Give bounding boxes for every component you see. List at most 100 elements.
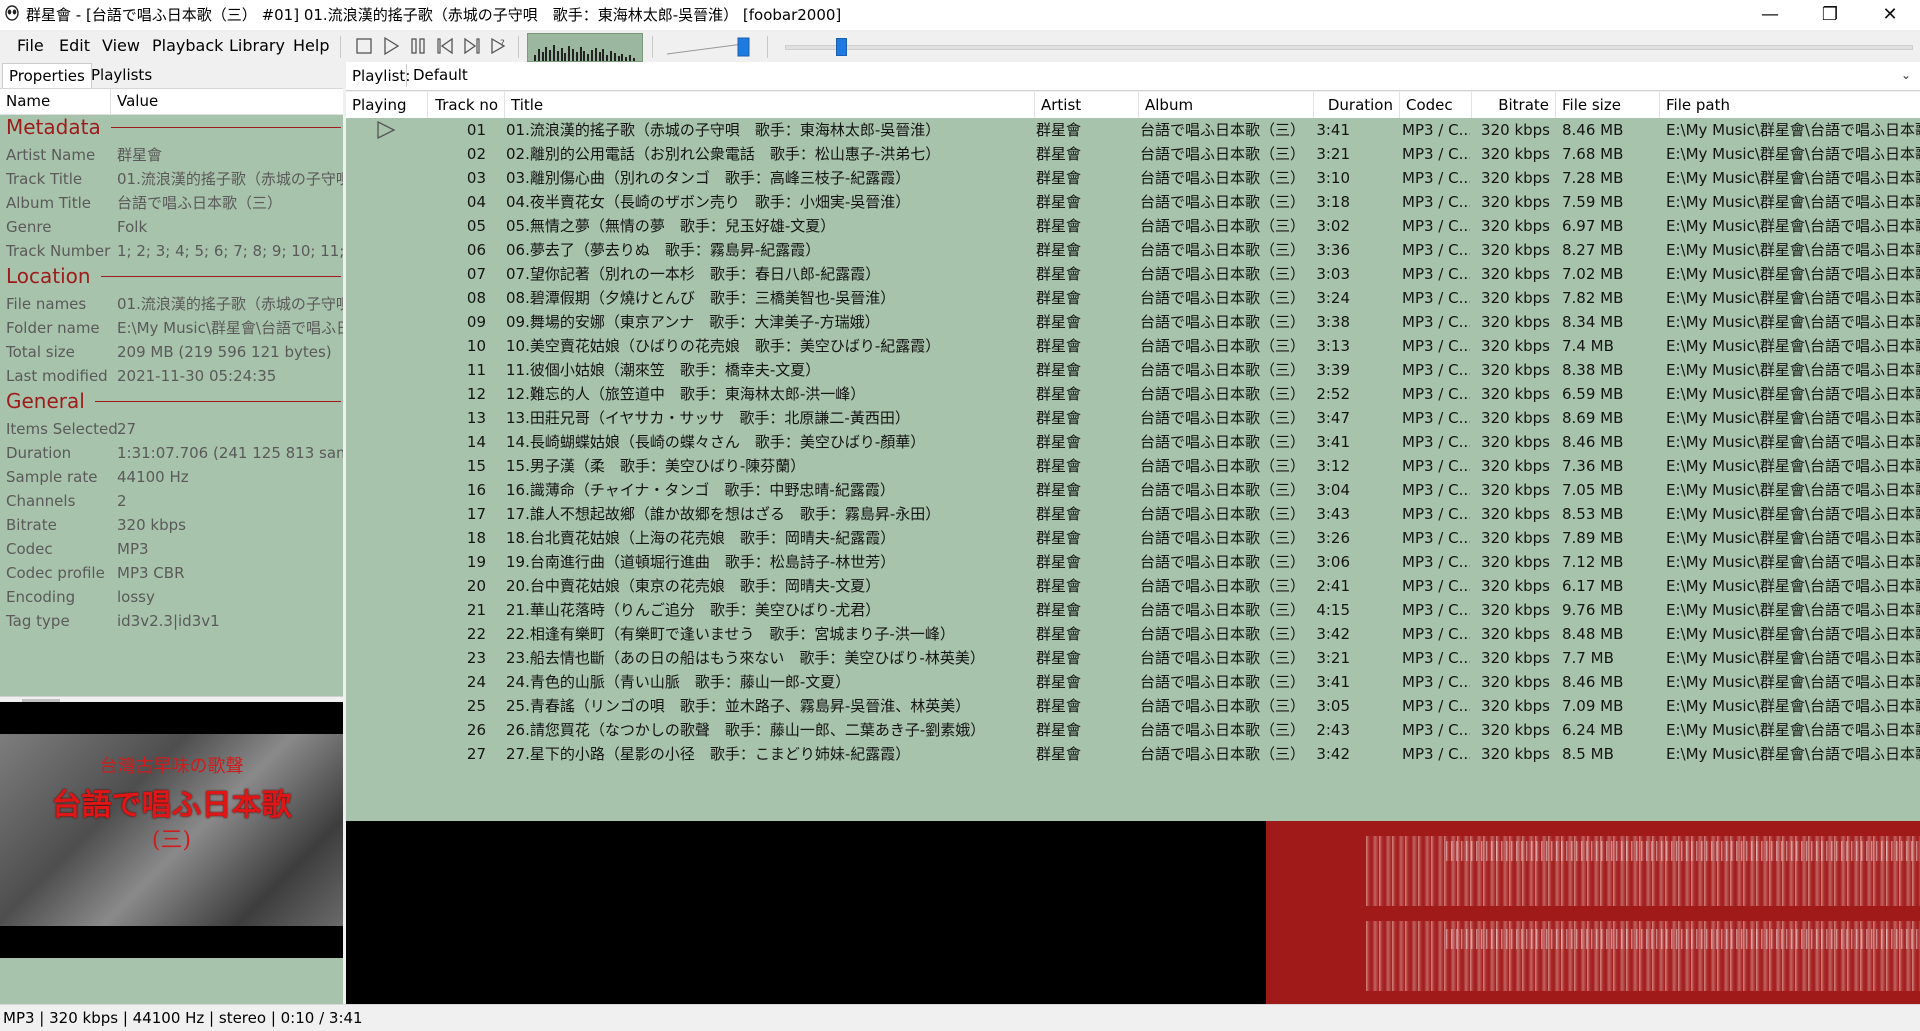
tab-playlists[interactable]: Playlists	[85, 63, 158, 87]
property-row[interactable]: Bitrate 320 kbps	[0, 513, 343, 537]
playlist-row[interactable]: 03 03.離別傷心曲（別れのタンゴ 歌手：高峰三枝子-紀露霞） 群星會 台語で唱ふ日…	[346, 166, 1920, 190]
column-header-playing[interactable]: Playing	[346, 92, 428, 118]
menu-toolbar-bar: File Edit View Playback Library Help ?	[0, 30, 1920, 62]
property-row[interactable]: Tag type id3v2.3|id3v1	[0, 609, 343, 633]
visualizer-bar	[568, 46, 571, 61]
property-row[interactable]: Total size 209 MB (219 596 121 bytes)	[0, 340, 343, 364]
file-size-cell: 8.69 MB	[1562, 409, 1624, 427]
seek-bar[interactable]	[785, 38, 1913, 56]
spectrum-visualizer[interactable]	[527, 33, 643, 62]
playlist-row[interactable]: 13 13.田莊兄哥（イヤサカ・サッサ 歌手：北原謙二-黃西田） 群星會 台語で唱ふ日…	[346, 406, 1920, 430]
column-header-artist[interactable]: Artist	[1035, 92, 1139, 118]
tab-properties[interactable]: Properties	[2, 63, 92, 88]
playlist-row[interactable]: 10 10.美空賣花姑娘（ひばりの花売娘 歌手：美空ひばり-紀露霞） 群星會 台語で唱…	[346, 334, 1920, 358]
menu-help[interactable]: Help	[293, 30, 329, 62]
playlist-row[interactable]: 26 26.請您買花（なつかしの歌聲 歌手：藤山一郎、二葉あき子-劉素娥） 群星會 台…	[346, 718, 1920, 742]
property-row[interactable]: Track Number 1; 2; 3; 4; 5; 6; 7; 8; 9; 1…	[0, 239, 343, 263]
column-header-album[interactable]: Album	[1139, 92, 1314, 118]
bitrate-cell: 320 kbps	[1481, 217, 1550, 235]
playlist-row[interactable]: 06 06.夢去了（夢去りぬ 歌手：霧島昇-紀露霞） 群星會 台語で唱ふ日本歌（三） 3…	[346, 238, 1920, 262]
minimize-button[interactable]: —	[1740, 0, 1800, 30]
chevron-down-icon[interactable]: ⌄	[1901, 64, 1911, 87]
property-row[interactable]: Items Selected 27	[0, 417, 343, 441]
property-row[interactable]: Track Title 01.流浪漢的搖子歌（赤城の子守唄 歌手：東海林太郎-吳晉…	[0, 167, 343, 191]
seek-thumb[interactable]	[836, 38, 847, 56]
property-row[interactable]: Duration 1:31:07.706 (241 125 813 samples…	[0, 441, 343, 465]
playlist-row[interactable]: 05 05.無情之夢（無情の夢 歌手：兒玉好雄-文夏） 群星會 台語で唱ふ日本歌（三）…	[346, 214, 1920, 238]
property-row[interactable]: Artist Name 群星會	[0, 143, 343, 167]
playlist-row[interactable]: 18 18.台北賣花姑娘（上海の花売娘 歌手：岡晴夫-紀露霞） 群星會 台語で唱ふ日本…	[346, 526, 1920, 550]
playlist-row[interactable]: 24 24.青色的山脈（青い山脈 歌手：藤山一郎-文夏） 群星會 台語で唱ふ日本歌（三…	[346, 670, 1920, 694]
playlist-row[interactable]: 19 19.台南進行曲（道頓堀行進曲 歌手：松島詩子-林世芳） 群星會 台語で唱ふ日本…	[346, 550, 1920, 574]
column-header-title[interactable]: Title	[505, 92, 1035, 118]
property-group-header[interactable]: Metadata	[0, 114, 343, 140]
menu-file[interactable]: File	[17, 30, 44, 62]
playlist-row[interactable]: 08 08.碧潭假期（夕燒けとんび 歌手：三橋美智也-吳晉淮） 群星會 台語で唱ふ日本…	[346, 286, 1920, 310]
playlist-row[interactable]: 25 25.青春謠（リンゴの唄 歌手：並木路子、霧島昇-吳晉淮、林英美） 群星會 台語…	[346, 694, 1920, 718]
previous-icon[interactable]	[434, 35, 456, 57]
column-header-file-size[interactable]: File size	[1556, 92, 1660, 118]
random-icon[interactable]: ?	[488, 35, 510, 57]
playlist-row[interactable]: 07 07.望你記著（別れの一本杉 歌手：春日八郎-紀露霞） 群星會 台語で唱ふ日本歌…	[346, 262, 1920, 286]
bitrate-cell: 320 kbps	[1481, 241, 1550, 259]
visualizer-bar	[625, 57, 628, 61]
artist-cell: 群星會	[1036, 217, 1082, 235]
column-header-track-no[interactable]: Track no	[428, 92, 505, 118]
property-row[interactable]: Album Title 台語で唱ふ日本歌（三）	[0, 191, 343, 215]
stop-icon[interactable]	[353, 35, 375, 57]
playlist-row[interactable]: 09 09.舞場的安娜（東京アンナ 歌手：大津美子-方瑞娥） 群星會 台語で唱ふ日本歌…	[346, 310, 1920, 334]
track-number-cell: 23	[466, 649, 486, 667]
bitrate-cell: 320 kbps	[1481, 433, 1550, 451]
playlist-row[interactable]: 02 02.離別的公用電話（お別れ公衆電話 歌手：松山惠子-洪弟七） 群星會 台語で唱…	[346, 142, 1920, 166]
property-group-header[interactable]: Location	[0, 263, 343, 289]
menu-edit[interactable]: Edit	[59, 30, 90, 62]
property-row[interactable]: Last modified 2021-11-30 05:24:35	[0, 364, 343, 388]
playlist-row[interactable]: 12 12.難忘的人（旅笠道中 歌手：東海林太郎-洪一峰） 群星會 台語で唱ふ日本歌（…	[346, 382, 1920, 406]
playlist-row[interactable]: 23 23.船去情也斷（あの日の船はもう來ない 歌手：美空ひばり-林英美） 群星會 台…	[346, 646, 1920, 670]
property-row[interactable]: Codec MP3	[0, 537, 343, 561]
column-header-file-path[interactable]: File path	[1660, 92, 1920, 118]
property-group-name: Location	[6, 264, 91, 288]
close-button[interactable]: ✕	[1860, 0, 1920, 30]
maximize-button[interactable]: ❐	[1800, 0, 1860, 30]
menu-playback[interactable]: Playback	[152, 30, 223, 62]
file-size-cell: 8.53 MB	[1562, 505, 1624, 523]
column-header-value[interactable]: Value	[117, 89, 158, 114]
track-number-cell: 10	[466, 337, 486, 355]
playlist-row[interactable]: 17 17.誰人不想起故鄉（誰か故郷を想はざる 歌手：霧島昇-永田） 群星會 台語で唱…	[346, 502, 1920, 526]
column-header-duration[interactable]: Duration	[1314, 92, 1400, 118]
next-icon[interactable]	[461, 35, 483, 57]
playlist-row[interactable]: 22 22.相逢有樂町（有樂町で逢いませう 歌手：宮城まり子-洪一峰） 群星會 台語で…	[346, 622, 1920, 646]
menu-library[interactable]: Library	[229, 30, 285, 62]
playlist-row[interactable]: 04 04.夜半賣花女（長崎のザボン売り 歌手：小畑実-吳晉淮） 群星會 台語で唱ふ日…	[346, 190, 1920, 214]
property-group-header[interactable]: General	[0, 388, 343, 414]
artist-cell: 群星會	[1036, 577, 1082, 595]
volume-slider[interactable]	[665, 36, 755, 58]
playlist-dropdown[interactable]: Default ⌄	[406, 64, 1917, 87]
duration-cell: 2:41	[1316, 577, 1350, 595]
column-header-codec[interactable]: Codec	[1400, 92, 1472, 118]
menu-view[interactable]: View	[102, 30, 140, 62]
property-row[interactable]: Encoding lossy	[0, 585, 343, 609]
playlist-row[interactable]: 01 01.流浪漢的搖子歌（赤城の子守唄 歌手：東海林太郎-吳晉淮） 群星會 台語で唱…	[346, 118, 1920, 142]
playlist-row[interactable]: 16 16.識薄命（チャイナ・タンゴ 歌手：中野忠晴-紀露霞） 群星會 台語で唱ふ日本…	[346, 478, 1920, 502]
property-row[interactable]: File names 01.流浪漢的搖子歌（赤城の子守唄 歌手	[0, 292, 343, 316]
property-row[interactable]: Sample rate 44100 Hz	[0, 465, 343, 489]
property-row[interactable]: Folder name E:\My Music\群星會\台語で唱ふ日本歌	[0, 316, 343, 340]
file-path-cell: E:\My Music\群星會\台語で唱ふ日本歌（三）	[1666, 505, 1920, 523]
property-row[interactable]: Codec profile MP3 CBR	[0, 561, 343, 585]
play-icon[interactable]	[380, 35, 402, 57]
playlist-row[interactable]: 15 15.男子漢（柔 歌手：美空ひばり-陳芬蘭） 群星會 台語で唱ふ日本歌（三） 3:…	[346, 454, 1920, 478]
column-header-bitrate[interactable]: Bitrate	[1472, 92, 1556, 118]
column-divider[interactable]	[110, 89, 111, 114]
playlist-row[interactable]: 27 27.星下的小路（星影の小径 歌手：こまどり姉妹-紀露霞） 群星會 台語で唱ふ日…	[346, 742, 1920, 766]
playlist-row[interactable]: 20 20.台中賣花姑娘（東京の花売娘 歌手：岡晴夫-文夏） 群星會 台語で唱ふ日本歌…	[346, 574, 1920, 598]
seek-track[interactable]	[785, 45, 1913, 50]
pause-icon[interactable]	[407, 35, 429, 57]
property-row[interactable]: Genre Folk	[0, 215, 343, 239]
playlist-row[interactable]: 11 11.彼個小姑娘（潮來笠 歌手：橋幸夫-文夏） 群星會 台語で唱ふ日本歌（三） 3…	[346, 358, 1920, 382]
property-row[interactable]: Channels 2	[0, 489, 343, 513]
playlist-row[interactable]: 14 14.長崎蝴蝶姑娘（長崎の蝶々さん 歌手：美空ひばり-顏華） 群星會 台語で唱ふ…	[346, 430, 1920, 454]
column-header-name[interactable]: Name	[6, 89, 50, 114]
playlist-row[interactable]: 21 21.華山花落時（りんご追分 歌手：美空ひばり-尤君） 群星會 台語で唱ふ日本歌…	[346, 598, 1920, 622]
